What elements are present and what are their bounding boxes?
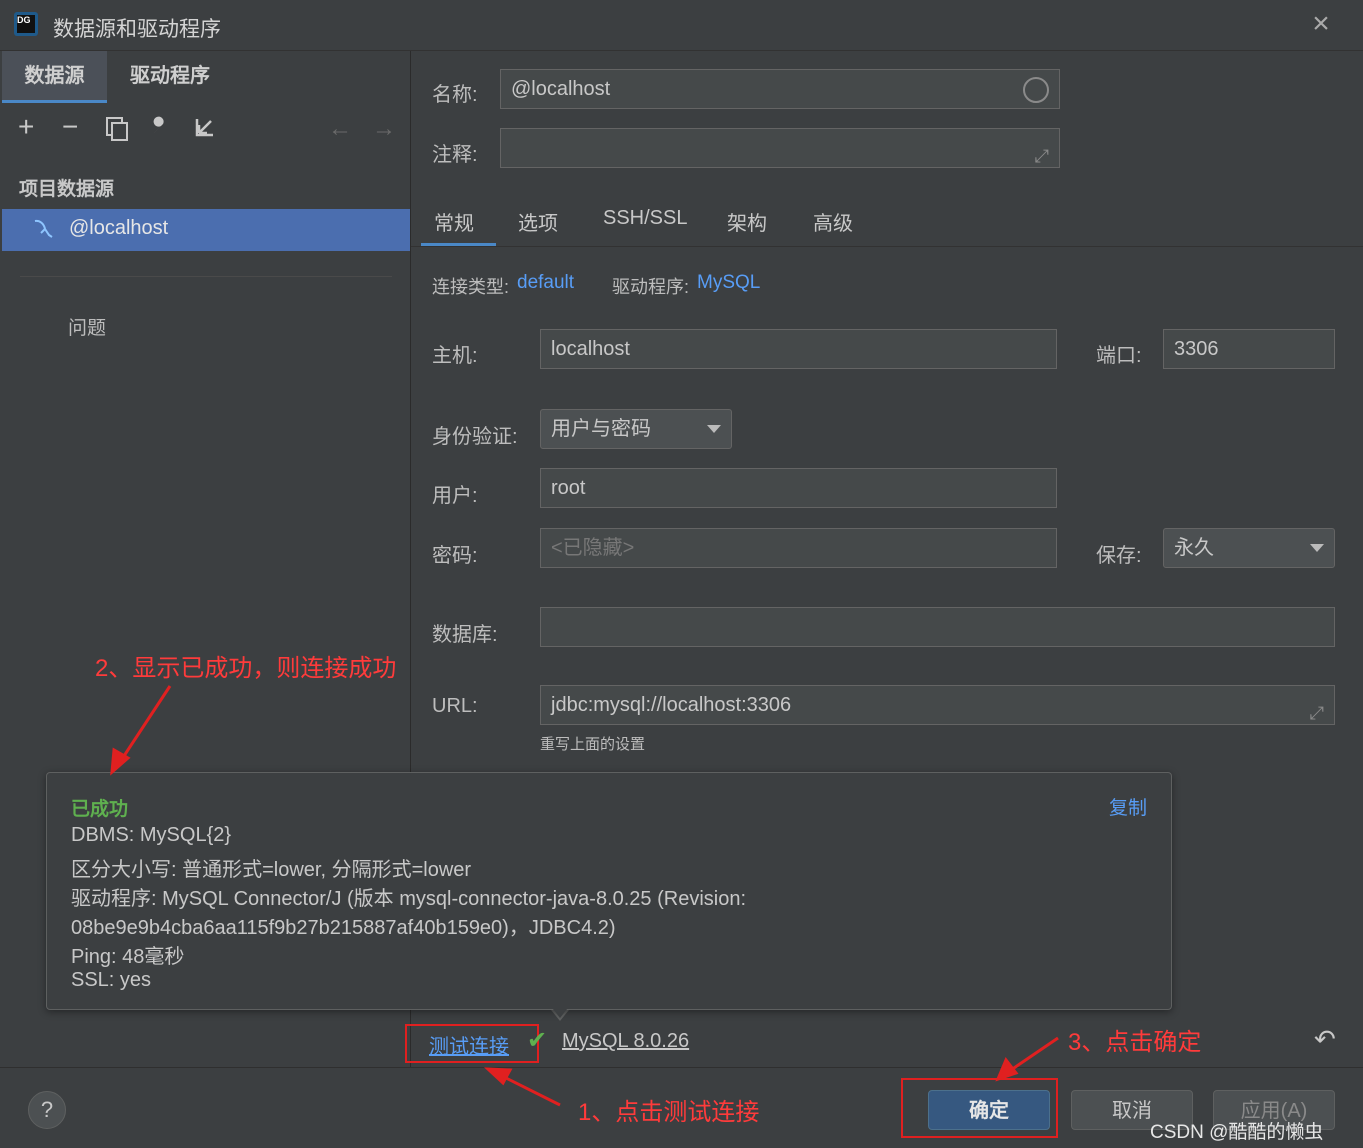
annotation-arrows xyxy=(110,685,1059,1107)
